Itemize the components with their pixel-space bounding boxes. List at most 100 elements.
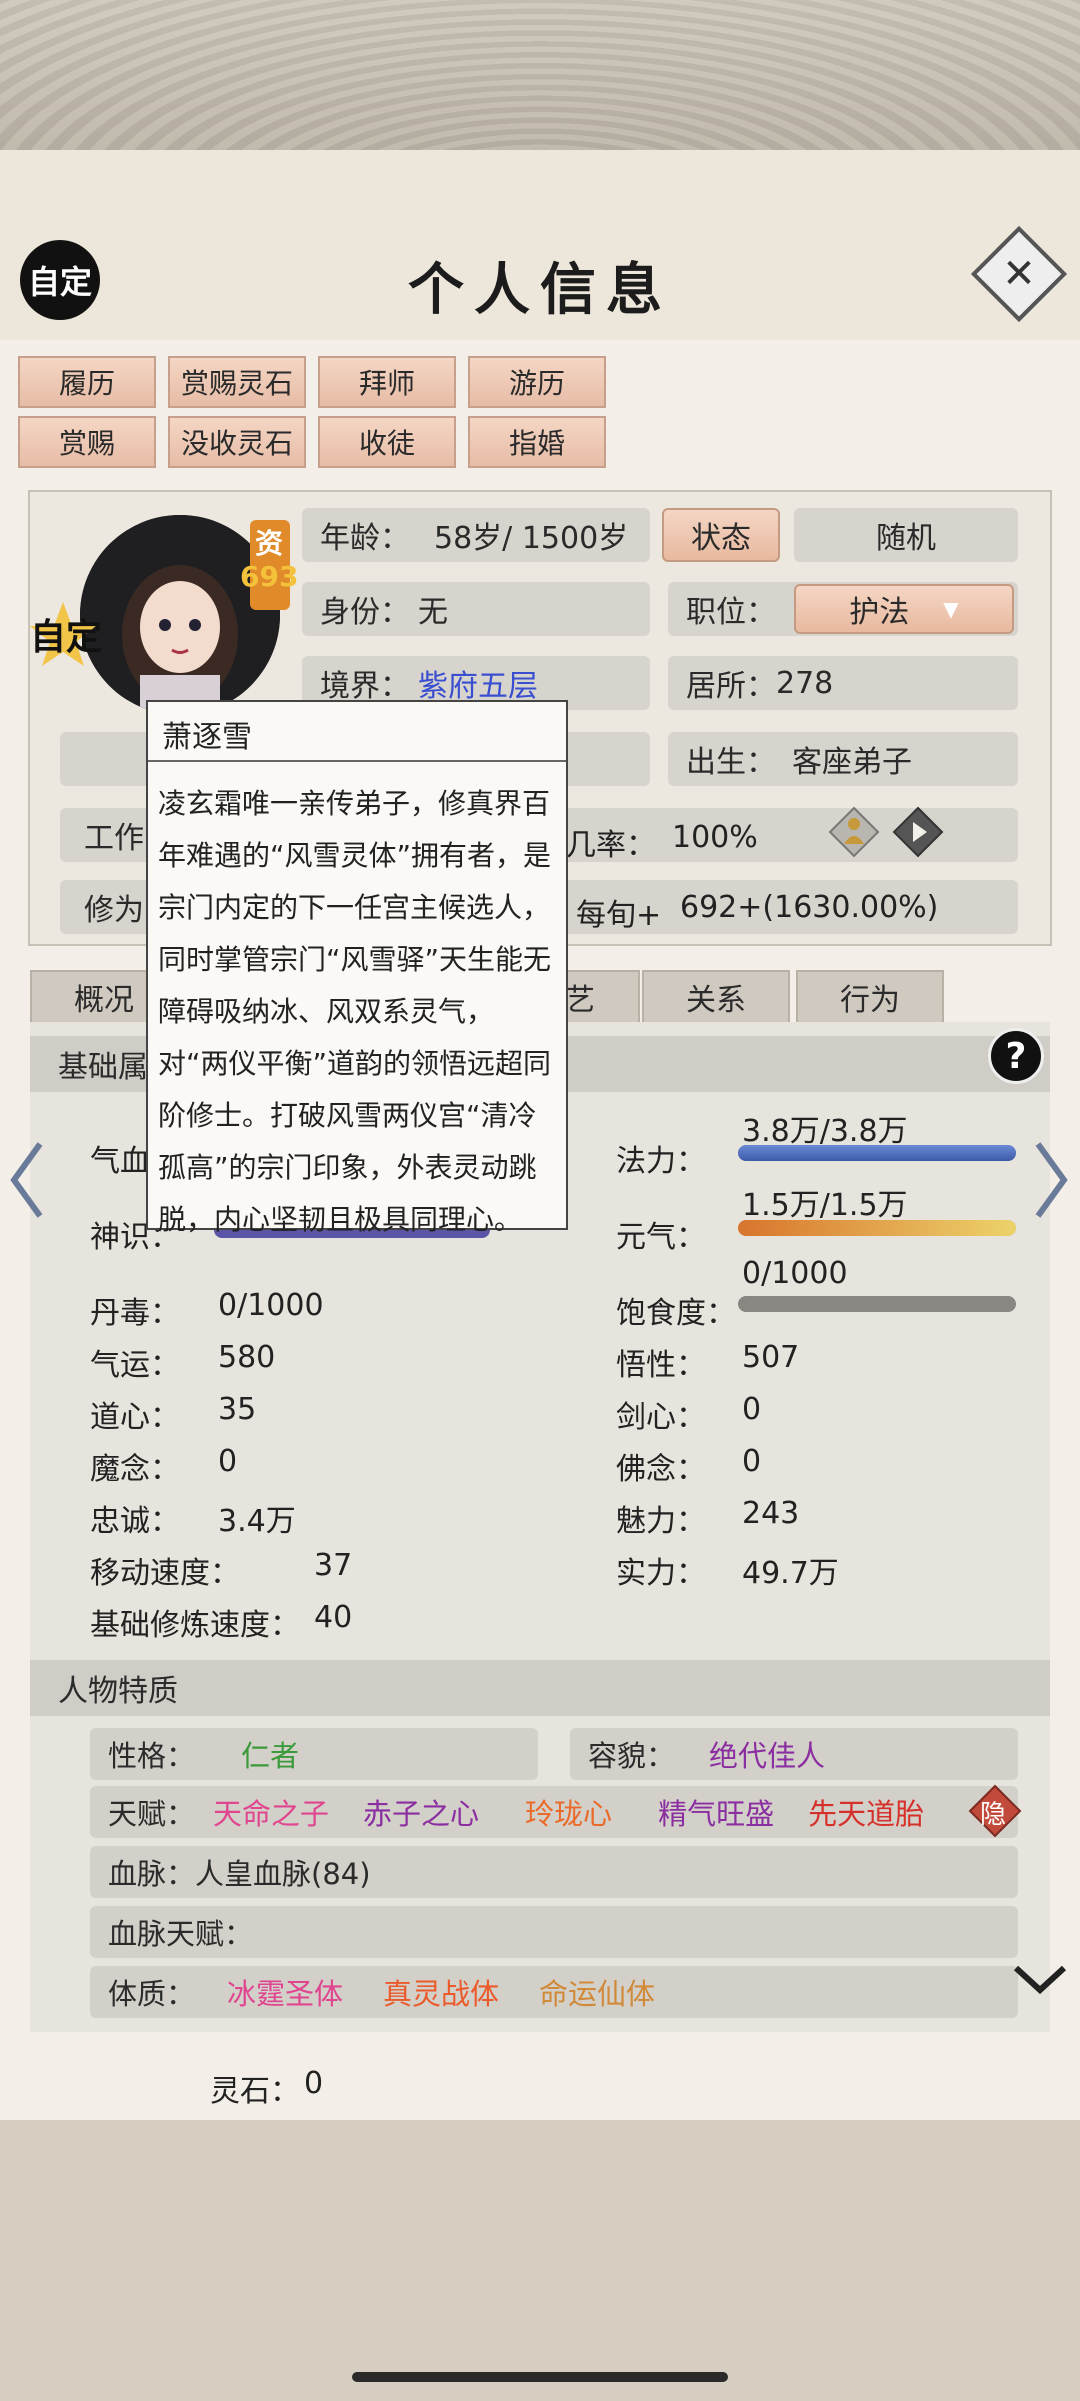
per-turn-label: 每旬+: [576, 898, 662, 933]
wuxing-label: 悟性：: [616, 1348, 706, 1383]
top-decor: [0, 0, 1080, 160]
bloodline-talent-field: 血脉天赋：: [90, 1906, 1018, 1958]
tooltip-name: 萧逐雪: [162, 720, 252, 755]
tab-relations[interactable]: 关系: [642, 970, 790, 1024]
yuanqi-value: 1.5万/1.5万: [742, 1188, 908, 1223]
left-arrow-icon[interactable]: [8, 1140, 44, 1235]
looks-value: 绝代佳人: [709, 1739, 826, 1773]
age-field: 年龄： 58岁/ 1500岁: [302, 508, 650, 562]
monian-label: 魔念：: [90, 1452, 180, 1487]
talent-field: 天赋： 天命之子 赤子之心 玲珑心 精气旺盛 先天道胎: [90, 1786, 1018, 1838]
reward-button[interactable]: 赏赐: [18, 416, 156, 468]
residence-label: 居所：: [686, 669, 776, 704]
right-arrow-icon[interactable]: [1034, 1140, 1070, 1235]
apprentice-button[interactable]: 拜师: [318, 356, 456, 408]
talent-item[interactable]: 先天道胎: [808, 1791, 924, 1833]
spirit-stone-value: 0: [304, 2066, 324, 2101]
identity-value: 无: [418, 595, 448, 630]
residence-field[interactable]: 居所： 278: [668, 656, 1018, 710]
per-turn-value: 692+(1630.00%): [680, 890, 939, 925]
cultivation-label: 修为: [84, 893, 144, 928]
baoshi-value: 0/1000: [742, 1256, 848, 1291]
aptitude-value: 693: [240, 560, 299, 593]
residence-value: 278: [776, 665, 834, 701]
avatar-badge-text: 自定: [30, 616, 103, 658]
jianxin-value: 0: [742, 1392, 762, 1427]
monian-value: 0: [218, 1444, 238, 1479]
work-label: 工作: [84, 821, 144, 856]
charm-label: 魅力：: [616, 1504, 706, 1539]
daoxin-label: 道心：: [90, 1400, 180, 1435]
basic-section-title: 基础属: [58, 1050, 148, 1085]
hidden-badge[interactable]: 隐: [968, 1784, 1022, 1838]
marriage-button[interactable]: 指婚: [468, 416, 606, 468]
yuanqi-label: 元气：: [616, 1220, 706, 1255]
talent-label: 天赋：: [108, 1797, 196, 1831]
rate-label: 几率：: [566, 828, 656, 863]
dandu-label: 丹毒：: [90, 1296, 180, 1331]
looks-label: 容貌：: [588, 1739, 676, 1773]
loyalty-label: 忠诚：: [90, 1504, 180, 1539]
charm-value: 243: [742, 1496, 800, 1531]
resume-button[interactable]: 履历: [18, 356, 156, 408]
realm-label: 境界：: [320, 669, 410, 704]
random-button[interactable]: 随机: [794, 508, 1018, 562]
fali-label: 法力：: [616, 1144, 706, 1179]
bloodline-talent-label: 血脉天赋：: [108, 1917, 254, 1951]
tooltip-divider: [148, 760, 566, 762]
play-icon[interactable]: [892, 806, 944, 858]
daoxin-value: 35: [218, 1392, 257, 1427]
personality-value: 仁者: [241, 1739, 300, 1773]
tooltip-text: 凌玄霜唯一亲传弟子，修真界百年难遇的“风雪灵体”拥有者，是宗门内定的下一任宫主候…: [158, 787, 552, 1236]
realm-value: 紫府五层: [418, 669, 538, 704]
physique-item[interactable]: 冰霆圣体: [227, 1971, 343, 2013]
birth-field: 出生： 客座弟子: [668, 732, 1018, 786]
base-cultivation-speed-value: 40: [314, 1600, 353, 1635]
qiyun-label: 气运：: [90, 1348, 180, 1383]
move-speed-label: 移动速度：: [90, 1556, 240, 1591]
chevron-down-icon[interactable]: [1012, 1962, 1068, 1998]
take-disciple-button[interactable]: 收徒: [318, 416, 456, 468]
spirit-stone-label: 灵石：: [210, 2074, 300, 2109]
yuanqi-bar-track: [738, 1220, 1016, 1236]
talent-item[interactable]: 赤子之心: [363, 1791, 479, 1833]
power-label: 实力：: [616, 1556, 706, 1591]
talent-item[interactable]: 天命之子: [213, 1791, 329, 1833]
traits-section-header: 人物特质: [30, 1660, 1050, 1716]
talent-item[interactable]: 精气旺盛: [658, 1791, 774, 1833]
qixue-label: 气血: [90, 1144, 150, 1179]
birth-value: 客座弟子: [792, 745, 912, 780]
personality-field: 性格： 仁者: [90, 1728, 538, 1780]
hidden-label: 隐: [980, 1800, 1007, 1830]
yuanqi-bar: [738, 1220, 1016, 1236]
baoshi-label: 饱食度：: [616, 1296, 736, 1331]
position-value: 护法: [849, 595, 910, 630]
dropdown-arrow-icon: ▼: [943, 597, 959, 621]
wuxing-value: 507: [742, 1340, 800, 1375]
help-icon[interactable]: ?: [988, 1028, 1044, 1084]
travel-button[interactable]: 游历: [468, 356, 606, 408]
position-select[interactable]: 护法 ▼: [794, 584, 1014, 634]
aptitude-label: 资: [255, 527, 284, 560]
page-title: 个人信息: [408, 257, 672, 323]
confiscate-stone-button[interactable]: 没收灵石: [168, 416, 306, 468]
bloodline-value: 人皇血脉(84): [195, 1857, 371, 1891]
state-button[interactable]: 状态: [662, 508, 780, 562]
base-cultivation-speed-label: 基础修炼速度：: [90, 1608, 300, 1643]
fali-value: 3.8万/3.8万: [742, 1114, 908, 1149]
reward-stone-button[interactable]: 赏赐灵石: [168, 356, 306, 408]
power-value: 49.7万: [742, 1556, 839, 1591]
talent-item[interactable]: 玲珑心: [525, 1791, 612, 1833]
birth-label: 出生：: [686, 745, 776, 780]
age-label: 年龄：: [320, 521, 410, 556]
tab-behavior[interactable]: 行为: [796, 970, 944, 1024]
fali-bar: [738, 1145, 1016, 1161]
physique-item[interactable]: 真灵战体: [383, 1971, 499, 2013]
position-label: 职位：: [686, 595, 776, 630]
bloodline-field: 血脉： 人皇血脉(84): [90, 1846, 1018, 1898]
home-indicator[interactable]: [352, 2372, 728, 2382]
identity-field: 身份： 无: [302, 582, 650, 636]
physique-item[interactable]: 命运仙体: [539, 1971, 655, 2013]
identity-label: 身份：: [320, 595, 410, 630]
figure-icon[interactable]: [828, 806, 880, 858]
